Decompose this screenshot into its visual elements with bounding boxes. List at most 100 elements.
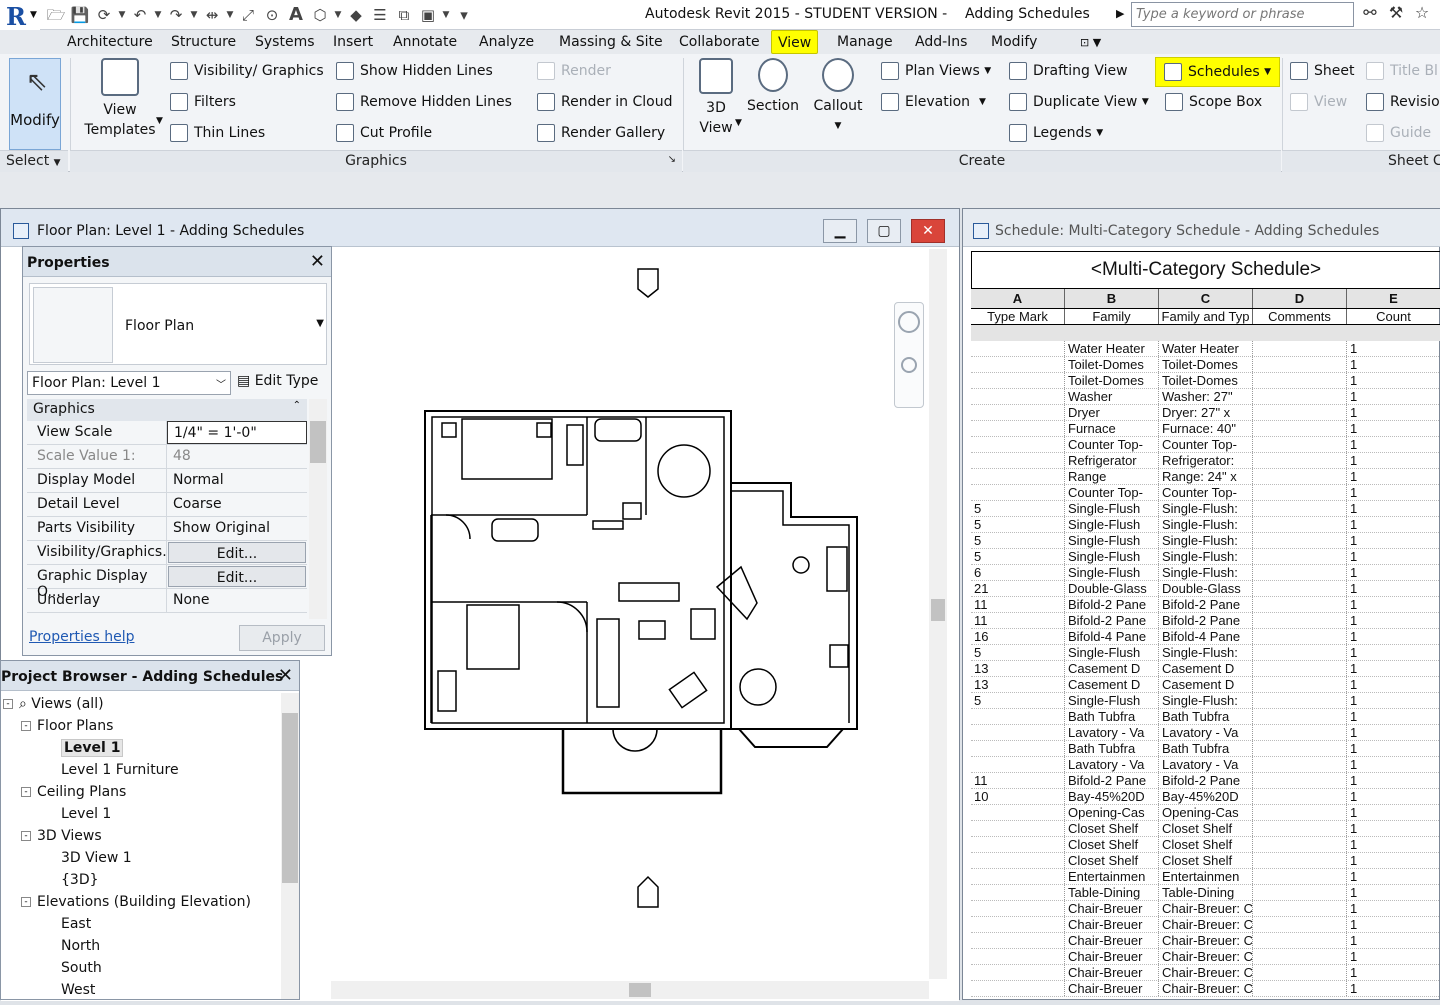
browser-scrollbar[interactable] xyxy=(281,693,299,999)
properties-help-link[interactable]: Properties help xyxy=(29,629,134,645)
schedule-cell[interactable]: 1 xyxy=(1347,469,1440,484)
schedule-cell[interactable]: 1 xyxy=(1347,517,1440,532)
properties-scrollbar[interactable] xyxy=(309,399,327,619)
scroll-thumb[interactable] xyxy=(282,713,298,883)
schedule-cell[interactable]: Bifold-2 Pane xyxy=(1065,597,1159,612)
schedule-cell[interactable]: 1 xyxy=(1347,389,1440,404)
schedule-cell[interactable]: Bath Tubfra xyxy=(1065,709,1159,724)
schedule-cell[interactable] xyxy=(1253,917,1347,932)
tab-add-ins[interactable]: Add-Ins xyxy=(915,34,967,50)
field-header[interactable]: Comments xyxy=(1253,309,1347,324)
schedule-cell[interactable]: 1 xyxy=(1347,789,1440,804)
schedule-cell[interactable] xyxy=(1253,549,1347,564)
schedule-row[interactable]: Table-Dining Table-Dining 1 xyxy=(971,885,1440,901)
schedule-cell[interactable] xyxy=(1253,645,1347,660)
schedule-cell[interactable]: 1 xyxy=(1347,677,1440,692)
zoom-icon[interactable] xyxy=(901,357,917,373)
schedule-cell[interactable]: Chair-Breuer: C xyxy=(1159,933,1253,948)
thin-lines-icon[interactable]: ☰ xyxy=(368,4,392,26)
schedule-row[interactable]: 5 Single-Flush Single-Flush: 1 xyxy=(971,501,1440,517)
schedule-cell[interactable]: Counter Top- xyxy=(1065,485,1159,500)
schedule-row[interactable]: 11 Bifold-2 Pane Bifold-2 Pane 1 xyxy=(971,597,1440,613)
schedule-cell[interactable] xyxy=(971,885,1065,900)
schedule-cell[interactable] xyxy=(1253,485,1347,500)
schedule-cell[interactable] xyxy=(1253,789,1347,804)
schedule-cell[interactable]: Casement D xyxy=(1159,661,1253,676)
tab-systems[interactable]: Systems xyxy=(255,34,315,50)
view-place-button[interactable]: View xyxy=(1290,93,1347,111)
callout-button[interactable]: Callout ▼ xyxy=(810,58,866,136)
schedule-row[interactable]: Toilet-Domes Toilet-Domes 1 xyxy=(971,357,1440,373)
schedule-row[interactable]: 5 Single-Flush Single-Flush: 1 xyxy=(971,549,1440,565)
column-letter[interactable]: E xyxy=(1347,289,1440,308)
schedule-cell[interactable]: Bath Tubfra xyxy=(1159,741,1253,756)
schedule-cell[interactable]: 5 xyxy=(971,549,1065,564)
schedule-cell[interactable] xyxy=(1253,949,1347,964)
schedule-row[interactable]: 5 Single-Flush Single-Flush: 1 xyxy=(971,693,1440,709)
tab-analyze[interactable]: Analyze xyxy=(479,34,534,50)
schedule-cell[interactable]: Single-Flush xyxy=(1065,549,1159,564)
schedule-cell[interactable] xyxy=(1253,597,1347,612)
schedule-cell[interactable] xyxy=(1253,469,1347,484)
schedule-cell[interactable]: Range xyxy=(1065,469,1159,484)
sheet-button[interactable]: Sheet xyxy=(1290,62,1354,80)
schedule-cell[interactable]: Chair-Breuer: C xyxy=(1159,917,1253,932)
schedule-cell[interactable] xyxy=(1253,357,1347,372)
schedule-cell[interactable] xyxy=(1253,501,1347,516)
schedule-cell[interactable]: Bifold-2 Pane xyxy=(1065,773,1159,788)
schedule-cell[interactable]: 1 xyxy=(1347,453,1440,468)
property-value[interactable]: 1/4" = 1'-0" xyxy=(167,421,307,444)
schedule-cell[interactable]: 1 xyxy=(1347,645,1440,660)
binoculars-icon[interactable]: ⚯ xyxy=(1360,3,1380,25)
horizontal-scrollbar[interactable] xyxy=(331,981,929,999)
schedule-row[interactable]: Chair-Breuer Chair-Breuer: C 1 xyxy=(971,933,1440,949)
schedule-cell[interactable]: Chair-Breuer: C xyxy=(1159,965,1253,980)
schedule-row[interactable]: Lavatory - Va Lavatory - Va 1 xyxy=(971,757,1440,773)
schedule-cell[interactable]: 1 xyxy=(1347,981,1440,996)
schedule-cell[interactable]: Entertainmen xyxy=(1065,869,1159,884)
schedule-cell[interactable] xyxy=(971,373,1065,388)
schedule-cell[interactable]: Single-Flush xyxy=(1065,565,1159,580)
schedule-cell[interactable]: 1 xyxy=(1347,581,1440,596)
schedule-row[interactable]: Furnace Furnace: 40" 1 xyxy=(971,421,1440,437)
aligned-dimension-icon[interactable]: ⤢ xyxy=(236,4,260,26)
schedule-cell[interactable]: Casement D xyxy=(1159,677,1253,692)
schedule-cell[interactable]: Lavatory - Va xyxy=(1065,725,1159,740)
thin-lines-button[interactable]: Thin Lines xyxy=(170,124,265,142)
browser-tree-item[interactable]: 3D View 1 xyxy=(1,847,281,869)
schedule-cell[interactable]: Chair-Breuer: C xyxy=(1159,901,1253,916)
schedule-cell[interactable]: Single-Flush: xyxy=(1159,501,1253,516)
edit-button[interactable]: Edit... xyxy=(168,566,306,587)
schedule-row[interactable]: 21 Double-Glass Double-Glass 1 xyxy=(971,581,1440,597)
schedule-cell[interactable]: Single-Flush xyxy=(1065,501,1159,516)
schedule-cell[interactable] xyxy=(1253,661,1347,676)
visibility-graphics-button[interactable]: Visibility/ Graphics xyxy=(170,62,324,80)
schedule-cell[interactable]: Furnace: 40" xyxy=(1159,421,1253,436)
schedule-cell[interactable] xyxy=(971,805,1065,820)
schedule-cell[interactable] xyxy=(1253,757,1347,772)
group-header[interactable]: Graphics ⌃ xyxy=(27,399,307,421)
3d-view-button[interactable]: 3D View xyxy=(694,58,738,138)
schedule-cell[interactable] xyxy=(971,453,1065,468)
schedule-cell[interactable]: 1 xyxy=(1347,421,1440,436)
schedule-cell[interactable]: Casement D xyxy=(1065,661,1159,676)
schedule-cell[interactable] xyxy=(1253,453,1347,468)
schedule-cell[interactable]: Dryer: 27" x xyxy=(1159,405,1253,420)
schedule-cell[interactable]: Single-Flush: xyxy=(1159,517,1253,532)
undo-icon[interactable]: ↶ xyxy=(128,4,152,26)
schedule-cell[interactable] xyxy=(971,741,1065,756)
schedule-cell[interactable]: Single-Flush: xyxy=(1159,533,1253,548)
schedule-row[interactable]: Toilet-Domes Toilet-Domes 1 xyxy=(971,373,1440,389)
edit-type-button[interactable]: ▤ Edit Type xyxy=(237,373,318,389)
schedule-cell[interactable]: 6 xyxy=(971,565,1065,580)
schedule-cell[interactable] xyxy=(971,949,1065,964)
tab-modify[interactable]: Modify xyxy=(991,34,1037,50)
schedule-row[interactable]: Entertainmen Entertainmen 1 xyxy=(971,869,1440,885)
property-value[interactable]: Show Original xyxy=(167,517,307,540)
scope-box-button[interactable]: Scope Box xyxy=(1165,93,1262,111)
schedule-row[interactable]: Counter Top- Counter Top- 1 xyxy=(971,437,1440,453)
schedule-cell[interactable]: 16 xyxy=(971,629,1065,644)
browser-tree-item[interactable]: North xyxy=(1,935,281,957)
schedule-row[interactable]: 11 Bifold-2 Pane Bifold-2 Pane 1 xyxy=(971,773,1440,789)
chevron-right-icon[interactable]: ▶ xyxy=(1116,7,1124,20)
